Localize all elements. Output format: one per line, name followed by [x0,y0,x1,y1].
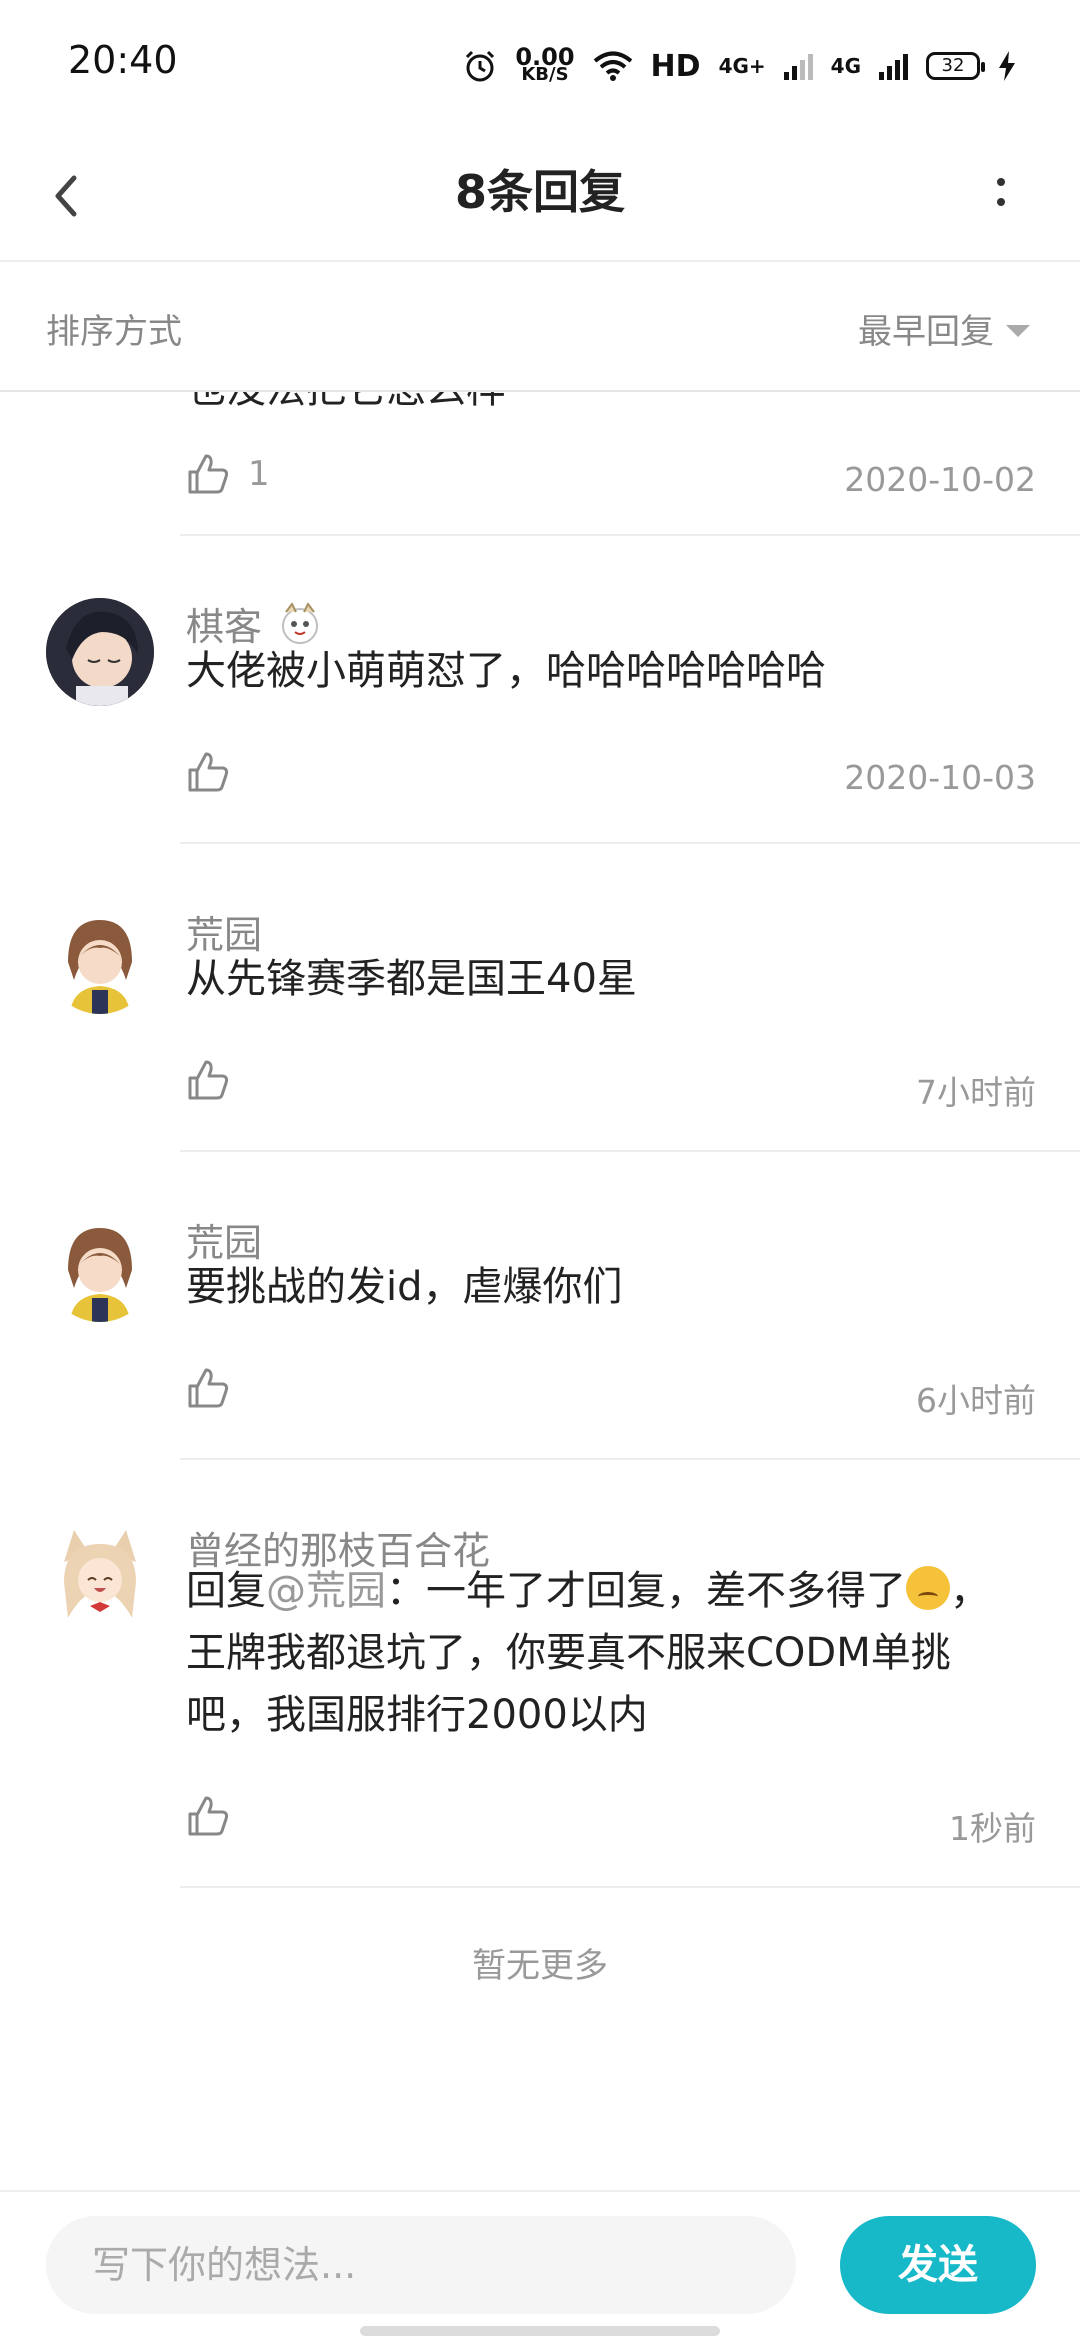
divider [180,842,1080,844]
avatar-image [46,1522,154,1630]
comment-date: 7小时前 [916,1073,1036,1112]
divider [180,1886,1080,1888]
thumbs-up-icon [188,752,229,792]
comment-text: 也没法把它怎么样 [186,392,506,414]
sweat-emoji-icon [906,1566,950,1610]
divider [180,1150,1080,1152]
comment-meta: 2020-10-03 [186,750,1036,806]
sort-selected: 最早回复 [858,312,994,352]
comment-date: 2020-10-03 [844,758,1036,797]
signal-icon-1 [783,52,813,80]
more-dot-icon [997,178,1005,186]
like-button[interactable] [186,1794,248,1838]
avatar[interactable] [46,598,154,706]
sort-label: 排序方式 [46,312,182,352]
avatar[interactable] [46,1214,154,1322]
comment-input[interactable]: 写下你的想法... [46,2216,796,2314]
no-more-label: 暂无更多 [472,1946,608,1986]
battery-icon: 32 [926,52,985,80]
comment-text-line: 吧，我国服排行2000以内 [186,1692,648,1738]
avatar[interactable] [46,906,154,1014]
comment-text-line: 王牌我都退坑了，你要真不服来CODM单挑 [186,1630,951,1676]
divider [180,534,1080,536]
reply-prefix: 回复 [186,1568,266,1614]
home-indicator[interactable] [360,2326,720,2336]
avatar-image [46,1214,154,1322]
comment-list[interactable]: 也没法把它怎么样 1 2020-10-02 棋客 [0,392,1080,2192]
page-title: 8条回复 [454,165,625,219]
avatar[interactable] [46,1522,154,1630]
mention-link[interactable]: @荒园 [266,1568,386,1614]
thumbs-up-icon [188,1368,229,1408]
comment-text-part: ：一年了才回复，差不多得了 [386,1568,906,1614]
thumbs-up-icon [188,1060,229,1100]
like-button[interactable] [186,1058,248,1102]
sim2-label: 4G [830,54,861,78]
thumbs-up-icon [188,1796,229,1836]
avatar-image [46,906,154,1014]
comment-meta: 1秒前 [186,1794,1036,1850]
comment-meta: 1 2020-10-02 [186,452,1036,508]
more-options-button[interactable] [960,156,1040,236]
hd-label: HD [650,48,701,84]
comment-text: 从先锋赛季都是国王40星 [186,956,637,1002]
alarm-icon [466,50,495,82]
more-dot-icon [997,198,1005,206]
comment-meta: 6小时前 [186,1366,1036,1422]
comment-date: 6小时前 [916,1381,1036,1420]
like-count: 1 [248,454,270,494]
avatar-image [46,598,154,706]
like-button[interactable] [186,1366,248,1410]
net-speed-unit: KB/S [521,64,569,85]
comment-meta: 7小时前 [186,1058,1036,1114]
status-time: 20:40 [68,38,178,82]
divider [180,1458,1080,1460]
send-button[interactable]: 发送 [840,2216,1036,2314]
like-button[interactable] [186,750,248,794]
charging-icon [999,51,1015,81]
like-button[interactable]: 1 [186,452,270,496]
net-speed: 0.00 KB/S [515,45,574,85]
sort-bar: 排序方式 最早回复 [0,264,1080,392]
comment-text-part: ， [950,1568,990,1614]
comment-text: 大佬被小萌萌怼了，哈哈哈哈哈哈哈 [186,648,826,694]
status-bar: 20:40 0.00 KB/S HD 4G+ 4G 32 [0,0,1080,130]
wifi-icon [593,51,632,81]
header: 8条回复 [0,130,1080,262]
sim1-label: 4G+ [718,54,766,78]
comment-date: 1秒前 [949,1809,1036,1848]
comment-input-bar: 写下你的想法... 发送 [0,2190,1080,2340]
comment-date: 2020-10-02 [844,460,1036,499]
signal-icon-2 [879,52,908,80]
sort-dropdown[interactable]: 最早回复 [858,304,1030,353]
comment-text: 要挑战的发id，虐爆你们 [186,1264,623,1310]
comment-text: 回复@荒园：一年了才回复，差不多得了 ， 王牌我都退坑了，你要真不服来CODM单挑… [186,1560,1026,1746]
thumbs-up-icon [188,454,229,494]
dropdown-arrow-icon [1006,324,1030,337]
status-icons: 0.00 KB/S HD 4G+ 4G 32 [463,44,1016,88]
